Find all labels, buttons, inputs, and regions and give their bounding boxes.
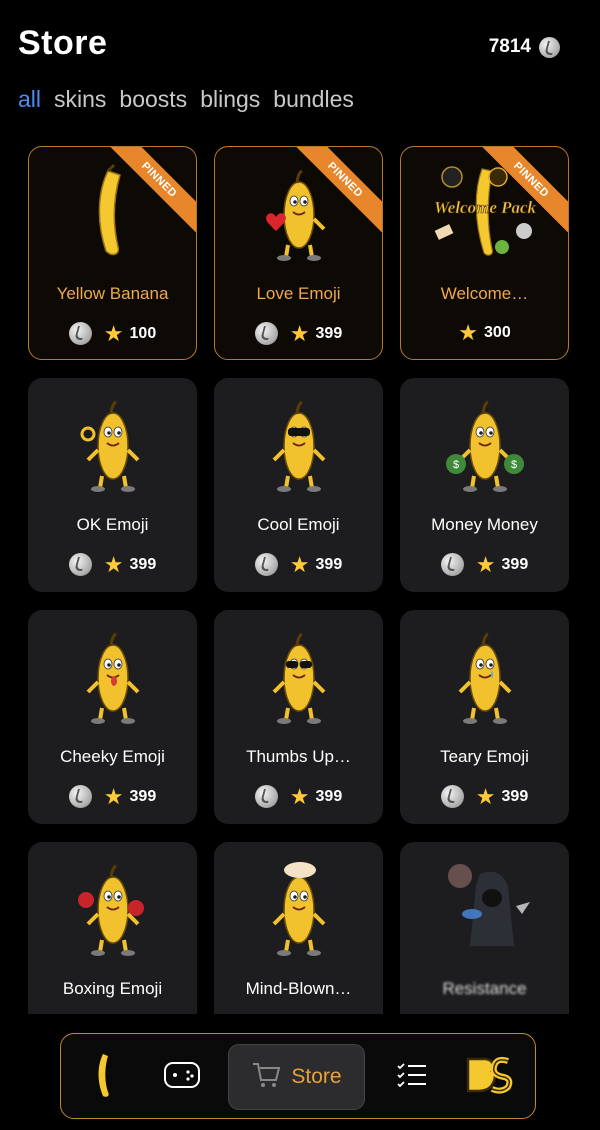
hooded-figure-icon bbox=[400, 856, 569, 956]
category-tabs: all skins boosts blings bundles bbox=[18, 86, 354, 113]
svg-text:$: $ bbox=[452, 459, 458, 471]
star-icon: ★ bbox=[475, 783, 496, 809]
item-card-cheeky-emoji[interactable]: Cheeky Emoji ★ 399 bbox=[28, 610, 197, 824]
item-price: ★ 399 bbox=[28, 785, 197, 808]
money-banana-icon: $ $ bbox=[400, 392, 569, 492]
item-name: Teary Emoji bbox=[440, 747, 529, 766]
star-icon: ★ bbox=[103, 783, 124, 809]
item-name: OK Emoji bbox=[76, 515, 149, 534]
item-card-welcome-pack[interactable]: PINNED Welcome Pack Welcome… ★ 300 bbox=[400, 146, 569, 360]
nav-store[interactable]: Store bbox=[228, 1044, 365, 1110]
star-icon: ★ bbox=[458, 320, 479, 345]
price-value: 399 bbox=[129, 787, 157, 805]
thumbs-up-banana-icon bbox=[214, 624, 383, 724]
star-icon: ★ bbox=[475, 551, 496, 577]
coin-icon bbox=[440, 553, 464, 576]
checklist-icon bbox=[396, 1062, 428, 1093]
tab-skins[interactable]: skins bbox=[54, 86, 106, 113]
item-card-ok-emoji[interactable]: OK Emoji ★ 399 bbox=[28, 378, 197, 592]
gamepad-icon bbox=[164, 1061, 200, 1093]
item-name: Boxing Emoji bbox=[62, 979, 163, 998]
coin-icon bbox=[254, 785, 278, 808]
item-price: ★ 399 bbox=[400, 553, 569, 576]
price-value: 399 bbox=[501, 555, 529, 573]
tab-bundles[interactable]: bundles bbox=[273, 86, 354, 113]
svg-text:$: $ bbox=[510, 459, 516, 471]
welcome-pack-icon: Welcome Pack bbox=[401, 161, 568, 261]
price-value: 300 bbox=[484, 324, 511, 341]
item-name: Love Emoji bbox=[256, 284, 341, 303]
item-name: Money Money bbox=[431, 515, 538, 534]
coin-icon bbox=[440, 785, 464, 808]
nav-banana[interactable] bbox=[79, 1044, 131, 1110]
item-name: Welcome… bbox=[440, 284, 529, 303]
nav-store-label: Store bbox=[291, 1065, 342, 1088]
star-icon: ★ bbox=[289, 551, 310, 577]
item-card-money-money[interactable]: $ $ Money Money ★ 399 bbox=[400, 378, 569, 592]
item-price: ★ 300 bbox=[401, 322, 568, 344]
item-price: ★ 399 bbox=[214, 553, 383, 576]
item-name: Thumbs Up… bbox=[246, 747, 351, 766]
tab-boosts[interactable]: boosts bbox=[119, 86, 187, 113]
ok-banana-icon bbox=[28, 392, 197, 492]
boxing-banana-icon bbox=[28, 856, 197, 956]
item-name: Cheeky Emoji bbox=[60, 747, 165, 766]
item-price: ★ 399 bbox=[400, 785, 569, 808]
item-name: Cool Emoji bbox=[257, 515, 340, 534]
coin-icon bbox=[539, 36, 560, 58]
coin-icon bbox=[68, 785, 92, 808]
balance: 7814 bbox=[489, 36, 560, 58]
item-card-mind-blown[interactable]: Mind-Blown… bbox=[214, 842, 383, 1014]
coin-icon bbox=[254, 553, 278, 576]
cheeky-banana-icon bbox=[28, 624, 197, 724]
item-name: Mind-Blown… bbox=[245, 979, 352, 998]
item-price: ★ 100 bbox=[29, 322, 196, 345]
coin-icon bbox=[68, 322, 92, 345]
welcome-pack-text: Welcome Pack bbox=[433, 198, 536, 217]
page-title: Store bbox=[18, 24, 108, 62]
item-price: ★ 399 bbox=[215, 322, 382, 345]
star-icon: ★ bbox=[289, 783, 310, 809]
price-value: 399 bbox=[129, 555, 157, 573]
banana-icon bbox=[29, 161, 196, 261]
item-card-yellow-banana[interactable]: PINNED Yellow Banana ★ 100 bbox=[28, 146, 197, 360]
nav-games[interactable] bbox=[156, 1044, 208, 1110]
love-banana-icon bbox=[215, 161, 382, 261]
cart-icon bbox=[251, 1061, 281, 1094]
tab-blings[interactable]: blings bbox=[200, 86, 260, 113]
item-card-resistance[interactable]: Resistance bbox=[400, 842, 569, 1014]
item-price: ★ 399 bbox=[28, 553, 197, 576]
item-name: Yellow Banana bbox=[56, 284, 169, 303]
star-icon: ★ bbox=[289, 320, 310, 346]
item-card-thumbs-up[interactable]: Thumbs Up… ★ 399 bbox=[214, 610, 383, 824]
teary-banana-icon bbox=[400, 624, 569, 724]
balance-value: 7814 bbox=[488, 36, 531, 57]
tab-all[interactable]: all bbox=[18, 86, 41, 113]
nav-profile[interactable] bbox=[459, 1044, 519, 1110]
price-value: 399 bbox=[315, 324, 343, 342]
price-value: 399 bbox=[315, 787, 343, 805]
bs-logo-icon bbox=[462, 1051, 516, 1104]
price-value: 100 bbox=[129, 324, 157, 342]
price-value: 399 bbox=[501, 787, 529, 805]
banana-icon bbox=[93, 1052, 117, 1103]
mind-blown-banana-icon bbox=[214, 856, 383, 956]
price-value: 399 bbox=[315, 555, 343, 573]
nav-tasks[interactable] bbox=[386, 1044, 438, 1110]
item-card-cool-emoji[interactable]: Cool Emoji ★ 399 bbox=[214, 378, 383, 592]
coin-icon bbox=[254, 322, 278, 345]
item-name: Resistance bbox=[442, 979, 527, 998]
item-card-boxing-emoji[interactable]: Boxing Emoji bbox=[28, 842, 197, 1014]
star-icon: ★ bbox=[103, 551, 124, 577]
item-card-love-emoji[interactable]: PINNED Love Emoji ★ 399 bbox=[214, 146, 383, 360]
cool-banana-icon bbox=[214, 392, 383, 492]
item-price: ★ 399 bbox=[214, 785, 383, 808]
item-card-teary-emoji[interactable]: Teary Emoji ★ 399 bbox=[400, 610, 569, 824]
item-grid: PINNED Yellow Banana ★ 100 PINNED Love Em… bbox=[28, 146, 570, 1014]
coin-icon bbox=[68, 553, 92, 576]
bottom-nav: Store bbox=[60, 1033, 536, 1119]
star-icon: ★ bbox=[103, 320, 124, 346]
header: Store 7814 bbox=[18, 24, 560, 64]
